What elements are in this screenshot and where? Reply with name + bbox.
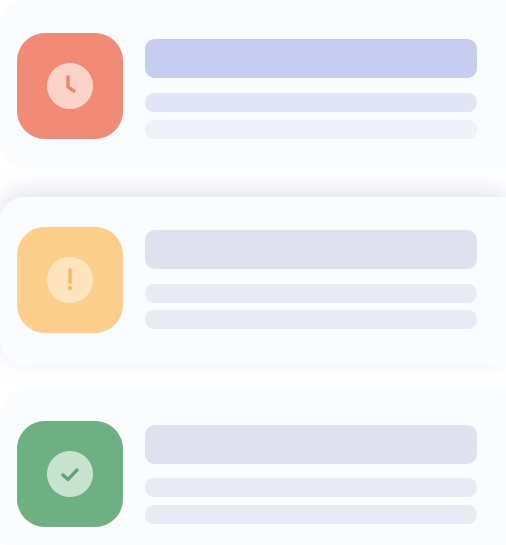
- clock-badge: [47, 63, 93, 109]
- warning-icon-tile: [17, 227, 123, 333]
- success-badge: [47, 451, 93, 497]
- warning-badge: [47, 257, 93, 303]
- success-line-placeholder: [145, 505, 477, 524]
- success-icon-tile: [17, 421, 123, 527]
- pending-title-placeholder: [145, 39, 477, 78]
- warning-title-placeholder: [145, 230, 477, 269]
- clock-icon: [66, 75, 76, 93]
- warning-line-placeholder: [145, 284, 477, 303]
- status-card-list: [0, 0, 506, 545]
- status-card-pending[interactable]: [0, 0, 506, 168]
- pending-line-placeholder: [145, 93, 477, 112]
- pending-icon-tile: [17, 33, 123, 139]
- checkmark-icon: [61, 468, 79, 482]
- success-line-placeholder: [145, 478, 477, 497]
- pending-line-placeholder: [145, 120, 477, 139]
- exclamation-icon: [67, 268, 73, 291]
- success-title-placeholder: [145, 425, 477, 464]
- status-card-success[interactable]: [0, 390, 506, 545]
- warning-line-placeholder: [145, 310, 477, 329]
- status-card-warning[interactable]: [0, 197, 506, 365]
